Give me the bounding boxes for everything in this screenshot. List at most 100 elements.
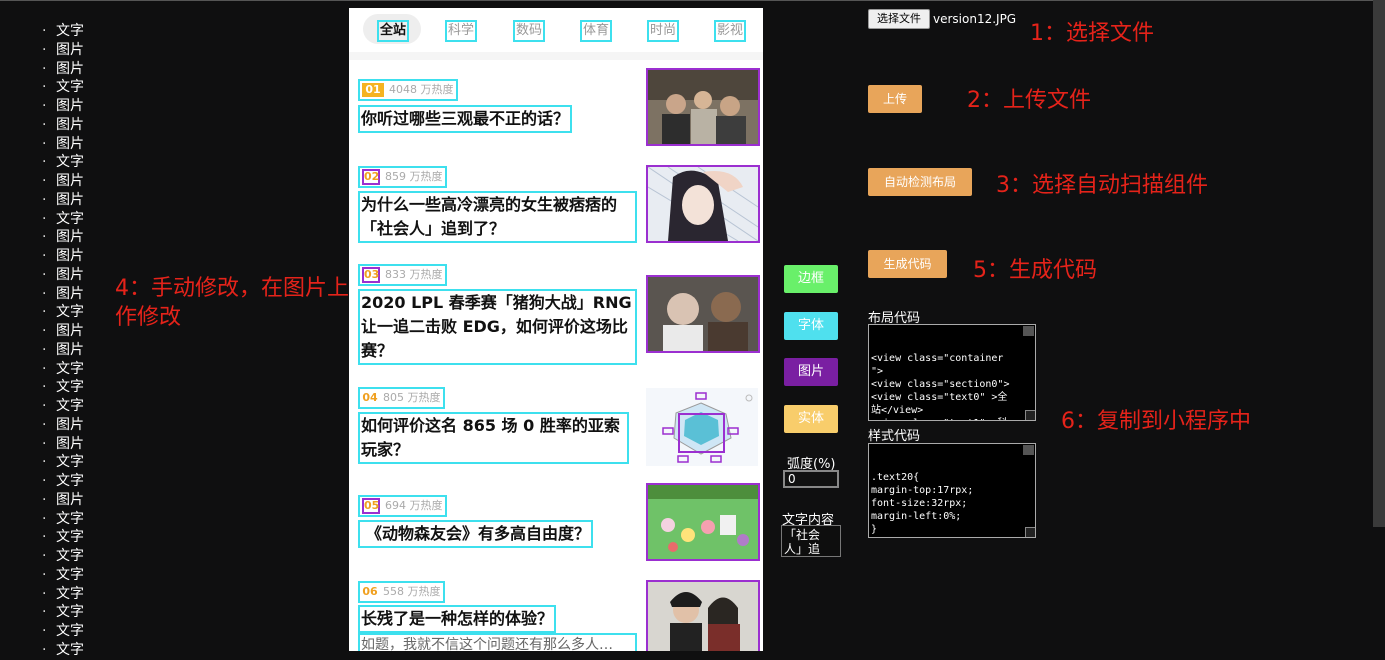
heat-meta: 04 805 万热度 xyxy=(358,387,445,409)
component-list-item[interactable]: 文字 xyxy=(42,78,84,97)
component-list-item[interactable]: 文字 xyxy=(42,585,84,604)
component-list-item[interactable]: 图片 xyxy=(42,247,84,266)
item-title: 你听过哪些三观最不正的话？ xyxy=(358,105,573,133)
component-list-item[interactable]: 文字 xyxy=(42,22,84,41)
item-thumbnail[interactable] xyxy=(646,388,758,466)
component-list-item[interactable]: 文字 xyxy=(42,397,84,416)
item-thumbnail[interactable] xyxy=(646,165,760,243)
tab-sports[interactable]: 体育 xyxy=(580,20,613,42)
thumbnail-anime-image xyxy=(648,167,758,241)
border-button[interactable]: 边框 xyxy=(784,265,838,293)
component-list-item[interactable]: 图片 xyxy=(42,341,84,360)
component-list-item[interactable]: 文字 xyxy=(42,622,84,641)
component-list-item[interactable]: 图片 xyxy=(42,191,84,210)
upload-button[interactable]: 上传 xyxy=(868,85,922,113)
item-thumbnail[interactable] xyxy=(646,580,760,651)
heat-text: 859 万热度 xyxy=(385,170,443,183)
layout-code-text: <view class="container "> <view class="s… xyxy=(871,353,1010,420)
item-thumbnail[interactable] xyxy=(646,275,760,353)
component-list-item[interactable]: 文字 xyxy=(42,566,84,585)
radius-input[interactable] xyxy=(783,470,839,488)
component-list-item[interactable]: 图片 xyxy=(42,435,84,454)
heat-text: 805 万热度 xyxy=(383,391,441,404)
heat-text: 694 万热度 xyxy=(385,499,443,512)
top-border xyxy=(0,0,1385,1)
item-title: 长残了是一种怎样的体验？ xyxy=(358,605,557,633)
component-list-item[interactable]: 图片 xyxy=(42,116,84,135)
component-list-item[interactable]: 文字 xyxy=(42,641,84,660)
style-code-text: .text20{ margin-top:17rpx; font-size:32r… xyxy=(871,472,974,535)
component-list-item[interactable]: 图片 xyxy=(42,491,84,510)
component-list-item[interactable]: 文字 xyxy=(42,510,84,529)
image-button[interactable]: 图片 xyxy=(784,358,838,386)
component-list-item[interactable]: 文字 xyxy=(42,603,84,622)
auto-detect-button[interactable]: 自动检测布局 xyxy=(868,168,972,196)
component-list-item[interactable]: 图片 xyxy=(42,416,84,435)
preview-canvas[interactable]: 全站 科学 数码 体育 时尚 影视 01 4048 万热度 你听过哪些三观最不正的… xyxy=(349,8,763,651)
tab-all[interactable]: 全站 xyxy=(377,20,410,42)
note-step-1: 1：选择文件 xyxy=(1030,21,1154,46)
component-list-item[interactable]: 文字 xyxy=(42,378,84,397)
item-title: 如何评价这名 865 场 0 胜率的亚索玩家？ xyxy=(358,412,629,464)
note-step-3: 3：选择自动扫描组件 xyxy=(996,173,1208,198)
resize-handle[interactable] xyxy=(1025,410,1035,420)
heat-text: 4048 万热度 xyxy=(389,83,454,96)
component-list-item[interactable]: 文字 xyxy=(42,547,84,566)
component-list-item[interactable]: 文字 xyxy=(42,360,84,379)
heat-meta: 01 4048 万热度 xyxy=(358,79,458,101)
component-list-item[interactable]: 图片 xyxy=(42,322,84,341)
heat-meta: 06 558 万热度 xyxy=(358,581,445,603)
tab-film[interactable]: 影视 xyxy=(714,20,747,42)
resize-handle[interactable] xyxy=(1025,527,1035,537)
component-list-item[interactable]: 图片 xyxy=(42,228,84,247)
heat-text: 833 万热度 xyxy=(385,268,443,281)
component-list-item[interactable]: 图片 xyxy=(42,97,84,116)
item-title: 2020 LPL 春季赛「猪狗大战」RNG 让一追二击败 EDG，如何评价这场比… xyxy=(358,289,637,365)
component-list-item[interactable]: 文字 xyxy=(42,210,84,229)
component-list-item[interactable]: 文字 xyxy=(42,528,84,547)
rank-badge: 01 xyxy=(362,83,384,97)
component-list-item[interactable]: 文字 xyxy=(42,303,84,322)
text-content-input[interactable]: 「社会人」追 xyxy=(781,525,841,557)
thumbnail-diagram-image xyxy=(646,388,758,466)
component-list-item[interactable]: 图片 xyxy=(42,172,84,191)
rank-badge: 02 xyxy=(362,169,380,185)
item-title: 为什么一些高冷漂亮的女生被痞痞的「社会人」追到了？ xyxy=(358,191,637,243)
tab-divider xyxy=(349,52,763,60)
tab-fashion[interactable]: 时尚 xyxy=(647,20,680,42)
component-list-item[interactable]: 图片 xyxy=(42,266,84,285)
heat-meta: 02 859 万热度 xyxy=(358,166,447,188)
file-name: version12.JPG xyxy=(933,12,1017,26)
note-step-5: 5：生成代码 xyxy=(973,258,1097,283)
component-list-item[interactable]: 图片 xyxy=(42,60,84,79)
component-list-item[interactable]: 图片 xyxy=(42,285,84,304)
tab-bar: 全站 科学 数码 体育 时尚 影视 xyxy=(349,8,763,52)
choose-file-button[interactable]: 选择文件 xyxy=(868,9,930,29)
solid-button[interactable]: 实体 xyxy=(784,405,838,433)
generate-code-button[interactable]: 生成代码 xyxy=(868,250,947,278)
style-code-textarea[interactable]: .text20{ margin-top:17rpx; font-size:32r… xyxy=(868,443,1036,538)
component-list-item[interactable]: 图片 xyxy=(42,41,84,60)
page-scrollbar[interactable] xyxy=(1373,0,1385,527)
tab-science[interactable]: 科学 xyxy=(445,20,478,42)
item-thumbnail[interactable] xyxy=(646,483,760,561)
style-code-label: 样式代码 xyxy=(868,429,921,444)
item-thumbnail[interactable] xyxy=(646,68,760,146)
scrollbar-thumb[interactable] xyxy=(1023,445,1034,455)
tab-digital[interactable]: 数码 xyxy=(513,20,546,42)
item-excerpt: 如题，我就不信这个问题还有那么多人… xyxy=(358,633,637,651)
heat-meta: 05 694 万热度 xyxy=(358,495,447,517)
note-step-4: 4：手动修改，在图片上作修改 xyxy=(115,276,349,330)
note-step-6: 6：复制到小程序中 xyxy=(1061,409,1251,434)
scrollbar-thumb[interactable] xyxy=(1023,326,1034,336)
thumbnail-game-image xyxy=(648,485,758,559)
component-list: 文字图片图片文字图片图片图片文字图片图片文字图片图片图片图片文字图片图片文字文字… xyxy=(42,22,84,660)
component-list-item[interactable]: 文字 xyxy=(42,153,84,172)
font-button[interactable]: 字体 xyxy=(784,312,838,340)
component-list-item[interactable]: 文字 xyxy=(42,453,84,472)
layout-code-textarea[interactable]: <view class="container "> <view class="s… xyxy=(868,324,1036,421)
rank-badge: 03 xyxy=(362,267,380,283)
component-list-item[interactable]: 文字 xyxy=(42,472,84,491)
component-list-item[interactable]: 图片 xyxy=(42,135,84,154)
thumbnail-scene-image xyxy=(648,70,758,144)
